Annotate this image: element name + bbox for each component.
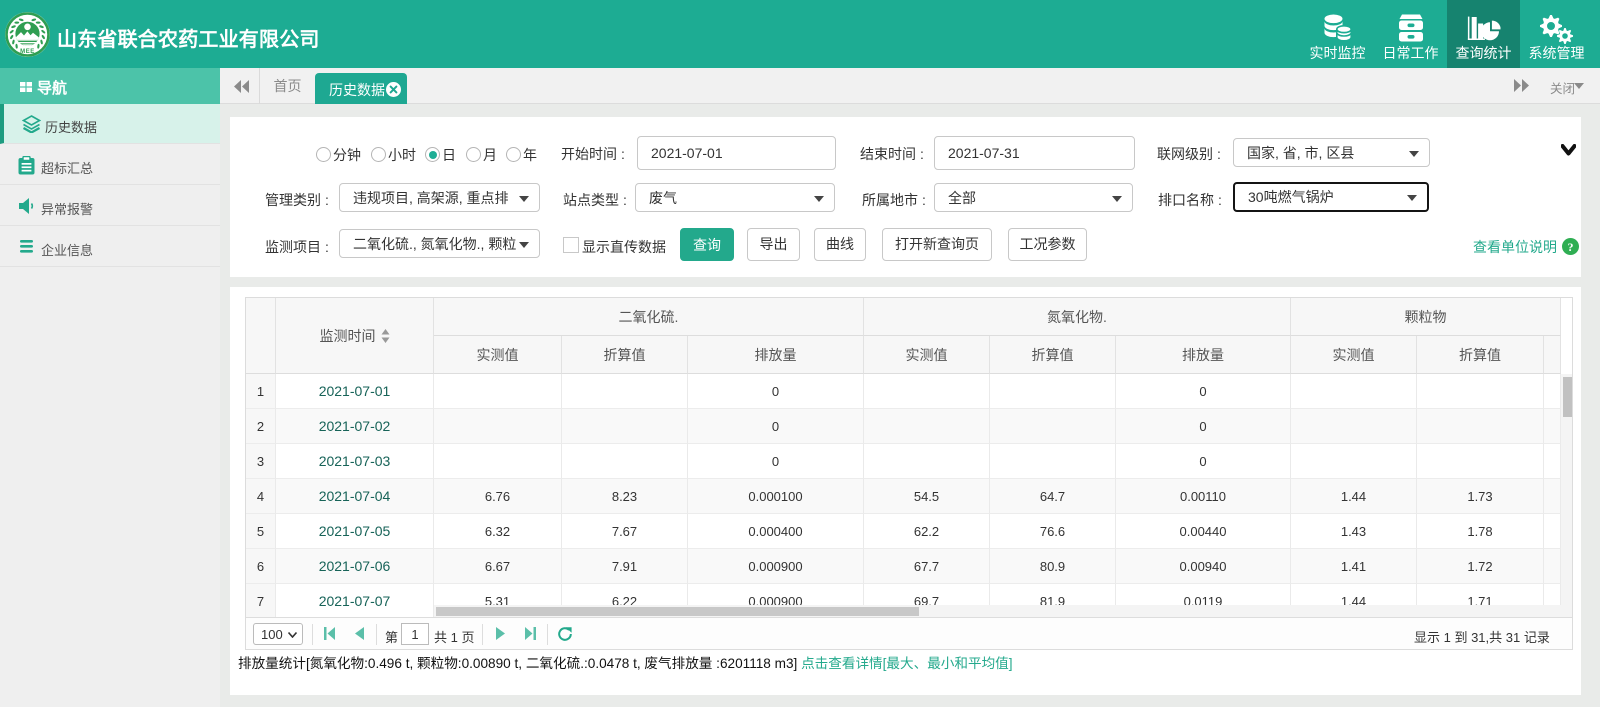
svg-text:MEE: MEE [20,49,35,55]
svg-text:?: ? [1568,240,1574,254]
